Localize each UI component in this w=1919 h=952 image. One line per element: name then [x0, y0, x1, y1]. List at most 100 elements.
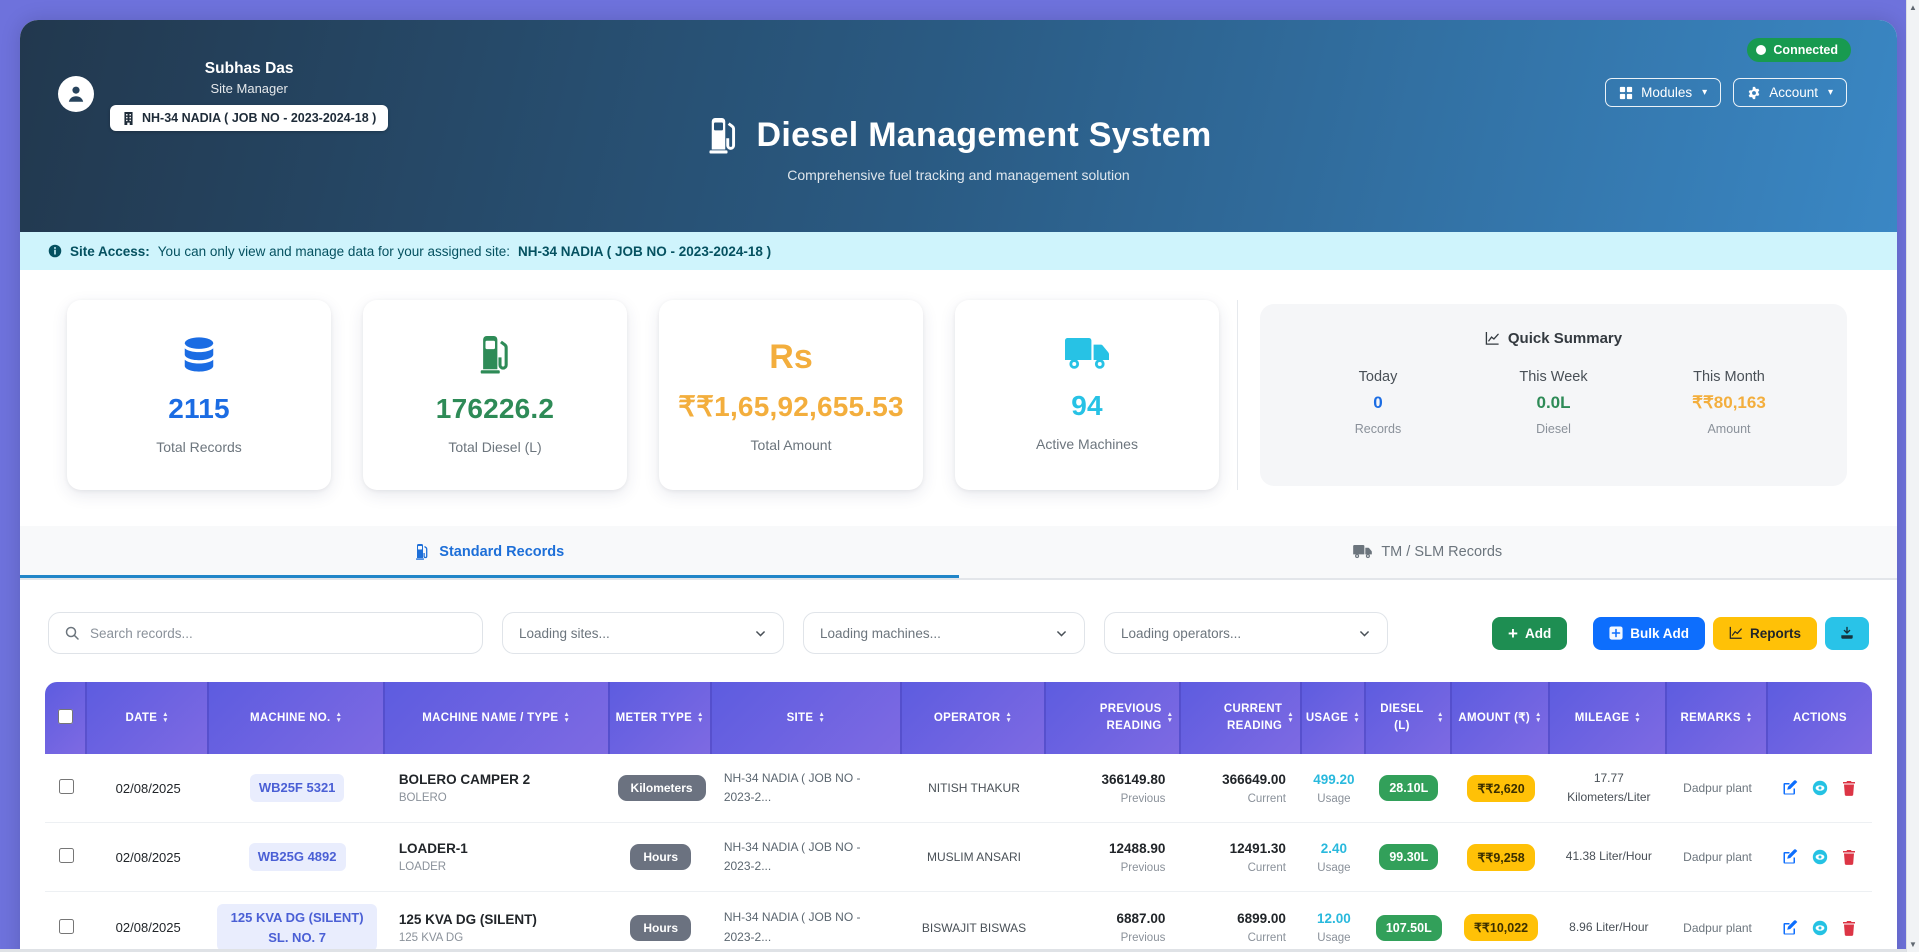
plus-square-icon: [1609, 626, 1623, 640]
operators-select[interactable]: Loading operators...: [1104, 612, 1388, 654]
eye-icon: [1812, 849, 1828, 865]
account-button[interactable]: Account ▾: [1733, 78, 1847, 107]
cell-operator: NITISH THAKUR: [902, 754, 1046, 823]
trash-icon: [1841, 920, 1857, 936]
view-button[interactable]: [1807, 919, 1833, 935]
row-checkbox[interactable]: [59, 919, 74, 934]
col-site[interactable]: SITE▲▼: [712, 682, 902, 754]
sort-icon[interactable]: ▲▼: [1167, 712, 1174, 724]
scroll-up-arrow-icon[interactable]: ▲: [1909, 3, 1917, 12]
cell-usage: 2.40 Usage: [1302, 823, 1366, 892]
sort-icon[interactable]: ▲▼: [336, 712, 343, 724]
edit-button[interactable]: [1777, 780, 1803, 796]
status-dot-icon: [1756, 45, 1766, 55]
scroll-down-arrow-icon[interactable]: ▼: [1909, 940, 1917, 949]
sort-icon[interactable]: ▲▼: [563, 712, 570, 724]
row-checkbox[interactable]: [59, 848, 74, 863]
machine-no-badge[interactable]: WB25F 5321: [250, 774, 345, 802]
sort-icon[interactable]: ▲▼: [1746, 712, 1753, 724]
tab-tm-slm-records[interactable]: TM / SLM Records: [959, 526, 1898, 578]
cell-date: 02/08/2025: [87, 823, 209, 892]
download-button[interactable]: [1825, 617, 1869, 650]
col-previous-reading[interactable]: PREVIOUS READING▲▼: [1046, 682, 1181, 754]
machine-no-badge[interactable]: 125 KVA DG (SILENT) SL. NO. 7: [217, 904, 376, 951]
diesel-badge: 99.30L: [1379, 844, 1438, 870]
gear-icon: [1747, 86, 1761, 100]
delete-button[interactable]: [1836, 780, 1862, 796]
machines-select[interactable]: Loading machines...: [803, 612, 1085, 654]
col-machine-name[interactable]: MACHINE NAME / TYPE▲▼: [385, 682, 610, 754]
database-icon: [180, 336, 218, 374]
modules-button[interactable]: Modules ▾: [1605, 78, 1721, 107]
sort-icon[interactable]: ▲▼: [162, 712, 169, 724]
cell-operator: MUSLIM ANSARI: [902, 823, 1046, 892]
sort-icon[interactable]: ▲▼: [1353, 712, 1360, 724]
cell-current-reading: 12491.30 Current: [1181, 823, 1302, 892]
col-remarks[interactable]: REMARKS▲▼: [1667, 682, 1767, 754]
delete-button[interactable]: [1836, 919, 1862, 935]
sort-icon[interactable]: ▲▼: [1437, 712, 1444, 724]
table-header-row: DATE▲▼ MACHINE NO.▲▼ MACHINE NAME / TYPE…: [45, 682, 1872, 754]
chevron-down-icon: ▾: [1702, 87, 1707, 98]
delete-button[interactable]: [1836, 849, 1862, 865]
sort-icon[interactable]: ▲▼: [1634, 712, 1641, 724]
cell-current-reading: 366649.00 Current: [1181, 754, 1302, 823]
edit-icon: [1782, 780, 1798, 796]
view-button[interactable]: [1807, 849, 1833, 865]
cell-site: NH-34 NADIA ( JOB NO - 2023-2...: [712, 754, 902, 823]
col-amount[interactable]: AMOUNT (₹)▲▼: [1452, 682, 1551, 754]
site-access-label: Site Access:: [70, 244, 150, 259]
col-current-reading[interactable]: CURRENT READING▲▼: [1181, 682, 1302, 754]
search-input[interactable]: [90, 626, 467, 641]
page-subtitle: Comprehensive fuel tracking and manageme…: [20, 167, 1897, 183]
stat-value: 176226.2: [436, 393, 554, 425]
reports-button[interactable]: Reports: [1713, 617, 1817, 650]
cell-site: NH-34 NADIA ( JOB NO - 2023-2...: [712, 823, 902, 892]
col-machine-no[interactable]: MACHINE NO.▲▼: [209, 682, 384, 754]
divider: [1237, 300, 1238, 490]
edit-button[interactable]: [1777, 849, 1803, 865]
sort-icon[interactable]: ▲▼: [697, 712, 704, 724]
stat-label: Total Diesel (L): [448, 439, 541, 455]
machine-no-badge[interactable]: WB25G 4892: [249, 843, 346, 871]
cell-date: 02/08/2025: [87, 754, 209, 823]
table-row: 02/08/2025 WB25F 5321 BOLERO CAMPER 2 BO…: [45, 754, 1872, 823]
col-mileage[interactable]: MILEAGE▲▼: [1550, 682, 1667, 754]
tab-standard-records[interactable]: Standard Records: [20, 526, 959, 578]
sort-icon[interactable]: ▲▼: [1005, 712, 1012, 724]
fuel-pump-icon: [705, 118, 741, 154]
fuel-pump-icon: [414, 544, 430, 560]
user-role: Site Manager: [110, 81, 388, 96]
cell-usage: 499.20 Usage: [1302, 754, 1366, 823]
table-row: 02/08/2025 WB25G 4892 LOADER-1 LOADER Ho…: [45, 823, 1872, 892]
col-meter-type[interactable]: METER TYPE▲▼: [610, 682, 712, 754]
cell-actions: [1768, 892, 1872, 952]
col-date[interactable]: DATE▲▼: [87, 682, 209, 754]
cell-remarks: Dadpur plant: [1667, 754, 1767, 823]
bulk-add-button[interactable]: Bulk Add: [1593, 617, 1705, 650]
edit-icon: [1782, 849, 1798, 865]
sites-select[interactable]: Loading sites...: [502, 612, 784, 654]
rupee-icon: Rs: [769, 338, 812, 376]
col-diesel[interactable]: DIESEL (L)▲▼: [1366, 682, 1452, 754]
chevron-down-icon: [1358, 627, 1371, 640]
col-operator[interactable]: OPERATOR▲▼: [902, 682, 1046, 754]
quick-summary-title: Quick Summary: [1508, 330, 1622, 347]
col-usage[interactable]: USAGE▲▼: [1302, 682, 1366, 754]
sort-icon[interactable]: ▲▼: [1535, 712, 1542, 724]
cell-previous-reading: 12488.90 Previous: [1046, 823, 1181, 892]
edit-button[interactable]: [1777, 919, 1803, 935]
vertical-scrollbar[interactable]: ▲ ▼: [1906, 0, 1919, 952]
row-checkbox[interactable]: [59, 779, 74, 794]
sort-icon[interactable]: ▲▼: [818, 712, 825, 724]
cell-usage: 12.00 Usage: [1302, 892, 1366, 952]
summary-item-this-month: This Month ₹₹80,163 Amount: [1669, 369, 1789, 436]
avatar[interactable]: [58, 76, 94, 112]
select-all-checkbox[interactable]: [58, 709, 73, 724]
add-button[interactable]: + Add: [1492, 617, 1567, 650]
view-button[interactable]: [1807, 780, 1833, 796]
sort-icon[interactable]: ▲▼: [1287, 712, 1294, 724]
trash-icon: [1841, 780, 1857, 796]
cell-remarks: Dadpur plant: [1667, 892, 1767, 952]
app-window: Subhas Das Site Manager NH-34 NADIA ( JO…: [20, 20, 1897, 952]
